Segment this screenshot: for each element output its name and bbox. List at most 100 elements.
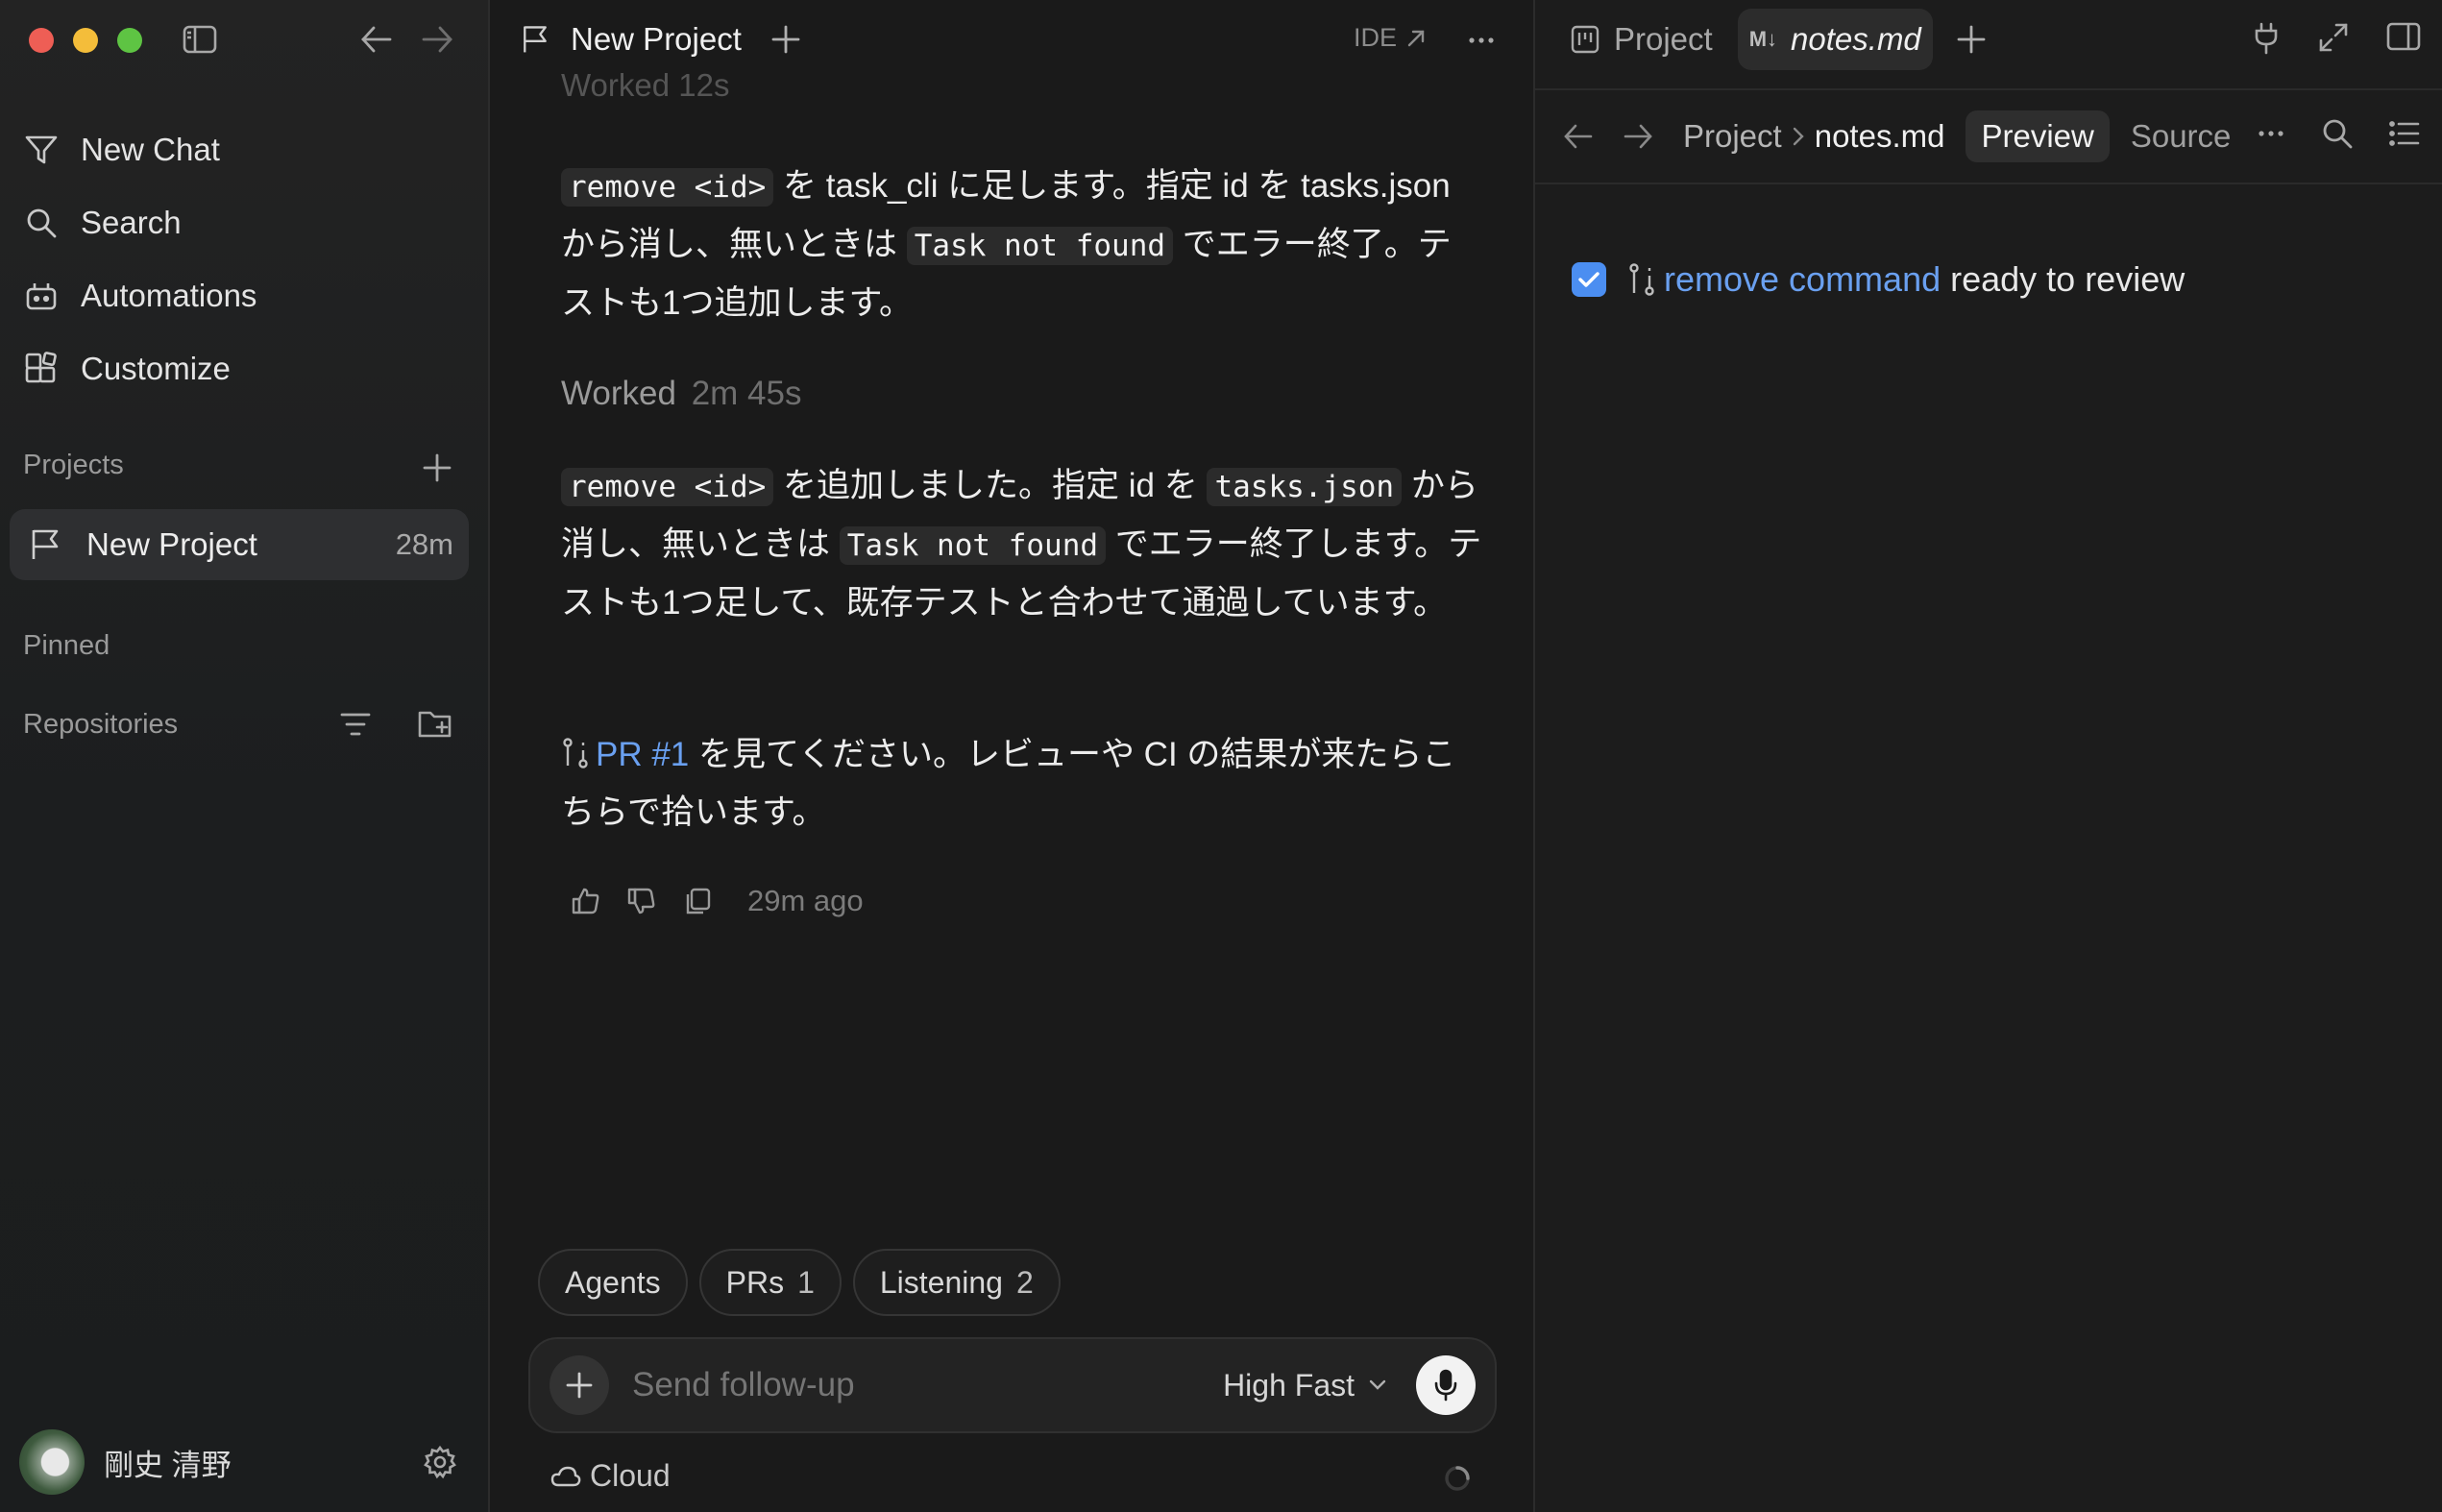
open-in-ide-button[interactable]: IDE xyxy=(1354,23,1428,53)
model-label: High Fast xyxy=(1223,1367,1355,1402)
thumbs-up-icon[interactable] xyxy=(571,886,601,916)
listening-chip[interactable]: Listening 2 xyxy=(852,1249,1061,1316)
external-arrow-icon xyxy=(1407,30,1425,46)
sidebar-item-new-chat[interactable]: New Chat xyxy=(23,113,469,186)
tab-notes-md[interactable]: M↓ notes.md xyxy=(1737,9,1933,70)
flag-icon xyxy=(32,529,59,559)
chevron-down-icon xyxy=(1369,1379,1386,1390)
environment-selector[interactable]: Cloud xyxy=(549,1458,671,1494)
tab-label: notes.md xyxy=(1791,21,1921,57)
task-checkbox[interactable] xyxy=(1572,262,1606,297)
panel-toolbar xyxy=(2252,21,2421,56)
environment-label: Cloud xyxy=(590,1458,671,1493)
thumbs-down-icon[interactable] xyxy=(626,886,657,916)
chip-count: 2 xyxy=(1015,1264,1034,1300)
inline-code: Task not found xyxy=(906,227,1174,265)
sidebar-project-item[interactable]: New Project 28m xyxy=(10,509,469,580)
sidebar-item-label: Automations xyxy=(81,278,257,313)
more-options-icon[interactable] xyxy=(1466,25,1497,56)
project-age: 28m xyxy=(395,527,453,561)
add-folder-icon[interactable] xyxy=(417,707,455,740)
sidebar-item-label: New Chat xyxy=(81,132,220,167)
plug-icon[interactable] xyxy=(2252,21,2281,56)
loading-spinner-icon xyxy=(1443,1464,1472,1498)
pr-link[interactable]: PR #1 xyxy=(596,736,689,773)
forward-arrow-icon[interactable] xyxy=(1622,121,1654,152)
prs-chip[interactable]: PRs 1 xyxy=(698,1249,842,1316)
chip-label: Agents xyxy=(565,1264,661,1300)
expand-icon[interactable] xyxy=(2317,21,2350,54)
back-arrow-icon[interactable] xyxy=(359,23,394,56)
microphone-icon xyxy=(1434,1369,1457,1402)
filter-icon[interactable] xyxy=(338,709,373,740)
task-link[interactable]: remove command xyxy=(1664,259,1941,300)
breadcrumb: Project notes.md xyxy=(1683,118,1944,155)
inline-code: Task not found xyxy=(839,526,1107,565)
close-window-button[interactable] xyxy=(29,28,54,53)
pinned-heading: Pinned xyxy=(23,630,110,661)
microphone-button[interactable] xyxy=(1416,1355,1476,1415)
zoom-window-button[interactable] xyxy=(117,28,142,53)
user-name: 剛史 清野 xyxy=(104,1448,232,1482)
model-selector[interactable]: High Fast xyxy=(1223,1368,1387,1403)
file-toolbar: Project notes.md Preview Source xyxy=(1535,88,2442,184)
breadcrumb-item[interactable]: notes.md xyxy=(1815,118,1945,155)
new-chat-icon xyxy=(25,135,58,164)
inline-code: remove <id> xyxy=(561,468,774,506)
chip-label: PRs xyxy=(725,1264,785,1300)
more-options-icon[interactable] xyxy=(2256,118,2286,149)
outline-list-icon[interactable] xyxy=(2388,118,2421,149)
gear-icon[interactable] xyxy=(423,1445,457,1479)
checkmark-icon xyxy=(1578,272,1600,287)
new-tab-plus-icon[interactable] xyxy=(1956,24,1987,55)
preview-tab[interactable]: Preview xyxy=(1966,110,2110,162)
worked-time: 2m 45s xyxy=(691,375,802,412)
ide-label: IDE xyxy=(1353,23,1397,52)
message-timestamp: 29m ago xyxy=(747,884,864,917)
right-sidebar-icon[interactable] xyxy=(2386,21,2421,52)
sidebar-item-search[interactable]: Search xyxy=(23,186,469,259)
back-arrow-icon[interactable] xyxy=(1562,121,1595,152)
tab-project[interactable]: Project xyxy=(1558,9,1724,70)
search-icon xyxy=(27,208,57,238)
sidebar-item-automations[interactable]: Automations xyxy=(23,259,469,332)
markdown-icon: M↓ xyxy=(1748,27,1778,51)
sidebar-toggle-icon[interactable] xyxy=(183,25,217,54)
chevron-right-icon xyxy=(1793,127,1804,146)
search-icon[interactable] xyxy=(2321,117,2354,150)
sidebar-nav: New Chat Search Automations Customize xyxy=(23,113,469,405)
add-project-icon[interactable] xyxy=(421,451,453,484)
task-text: ready to review xyxy=(1950,259,2186,299)
minimize-window-button[interactable] xyxy=(73,28,98,53)
task-list-item: remove command ready to review xyxy=(1572,259,2185,300)
source-tab[interactable]: Source xyxy=(2115,110,2247,162)
worked-duration[interactable]: Worked 2m 45s xyxy=(561,375,801,413)
pull-request-icon xyxy=(563,738,588,768)
sidebar-item-customize[interactable]: Customize xyxy=(23,332,469,405)
breadcrumb-item[interactable]: Project xyxy=(1683,118,1782,155)
user-profile[interactable]: 剛史 清野 xyxy=(19,1429,232,1495)
inline-code: remove <id> xyxy=(561,168,774,207)
worked-label: Worked xyxy=(561,375,676,412)
sidebar-item-label: Customize xyxy=(81,351,231,386)
attach-plus-icon[interactable] xyxy=(549,1355,609,1415)
file-panel: Project M↓ notes.md Project notes.md Pre… xyxy=(1535,0,2442,1512)
assistant-message: PR #1 を見てください。レビューや CI の結果が来たらこちらで拾います。 xyxy=(561,726,1483,841)
view-mode-toggle: Preview Source xyxy=(1966,110,2246,162)
chat-panel: New Project IDE Worked 12s remove <id> を… xyxy=(490,0,1535,1512)
agents-chip[interactable]: Agents xyxy=(538,1249,688,1316)
copy-icon[interactable] xyxy=(682,886,713,916)
new-tab-plus-icon[interactable] xyxy=(770,24,801,55)
chat-title: New Project xyxy=(571,21,742,57)
sidebar-item-label: Search xyxy=(81,205,182,240)
composer: High Fast xyxy=(528,1337,1497,1433)
forward-arrow-icon[interactable] xyxy=(420,23,454,56)
project-name: New Project xyxy=(86,526,257,562)
message-text: を追加しました。指定 id を xyxy=(773,467,1208,504)
sidebar: New Chat Search Automations Customize Pr… xyxy=(0,0,490,1512)
customize-icon xyxy=(25,352,57,383)
board-icon xyxy=(1571,25,1600,54)
inline-code: tasks.json xyxy=(1207,468,1403,506)
tab-label: Project xyxy=(1614,21,1713,57)
follow-up-input[interactable] xyxy=(632,1366,1224,1404)
